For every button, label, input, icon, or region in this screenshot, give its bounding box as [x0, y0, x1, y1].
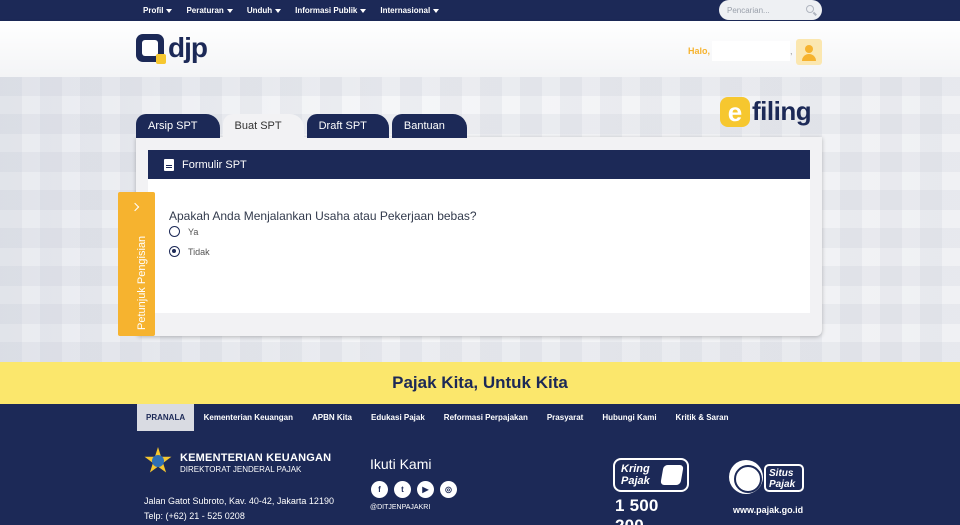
- caret-down-icon: [166, 8, 173, 13]
- menu-label: Unduh: [246, 6, 273, 15]
- kring-word-2: Pajak: [621, 475, 650, 487]
- phone-icon: [660, 465, 684, 485]
- document-icon: [164, 158, 174, 171]
- form-body: Apakah Anda Menjalankan Usaha atau Peker…: [148, 179, 810, 313]
- footer-link-kementerian-keuangan[interactable]: Kementerian Keuangan: [194, 404, 302, 431]
- caret-down-icon: [360, 8, 367, 13]
- globe-icon: [729, 460, 763, 494]
- phone-text: Telp: (+62) 21 - 525 0208: [144, 511, 245, 521]
- contact-info: Jalan Gatot Subroto, Kav. 40-42, Jakarta…: [144, 494, 334, 524]
- menu-informasi-publik[interactable]: Informasi Publik: [295, 6, 367, 15]
- search-box: [719, 0, 822, 20]
- djp-logo-mark-icon: [136, 34, 166, 64]
- org-title: KEMENTERIAN KEUANGAN: [180, 452, 332, 464]
- footer-link-reformasi-perpajakan[interactable]: Reformasi Perpajakan: [434, 404, 537, 431]
- situs-badge: Situs Pajak: [764, 464, 804, 492]
- emblem-center: [152, 455, 164, 467]
- question-text: Apakah Anda Menjalankan Usaha atau Peker…: [169, 209, 477, 223]
- situs-pajak-logo[interactable]: Situs Pajak www.pajak.go.id: [729, 460, 805, 516]
- tab-bantuan[interactable]: Bantuan: [391, 114, 467, 138]
- radio-tidak[interactable]: [169, 246, 180, 257]
- menu-label: Profil: [143, 6, 164, 15]
- caret-down-icon: [433, 8, 440, 13]
- guide-label: Petunjuk Pengisian: [136, 235, 148, 330]
- site-footer: PRANALA Kementerian Keuangan APBN Kita E…: [0, 404, 960, 525]
- option-tidak[interactable]: Tidak: [169, 246, 210, 257]
- search-input[interactable]: [727, 5, 803, 15]
- tab-arsip-spt[interactable]: Arsip SPT: [136, 114, 220, 138]
- form-title: Formulir SPT: [182, 158, 247, 171]
- option-label: Tidak: [188, 246, 210, 257]
- menu-profil[interactable]: Profil: [143, 6, 173, 15]
- situs-word-1: Situs: [769, 468, 794, 479]
- kring-word: Kring Pajak: [621, 463, 650, 487]
- social-links: f t ▶ ◎: [371, 481, 457, 498]
- kring-pajak-logo[interactable]: Kring Pajak 1 500 200: [613, 458, 689, 525]
- kemenkeu-text: KEMENTERIAN KEUANGAN DIREKTORAT JENDERAL…: [180, 452, 331, 474]
- chevron-right-icon: [130, 202, 140, 212]
- menu-peraturan[interactable]: Peraturan: [186, 6, 233, 15]
- user-icon-head: [805, 45, 813, 53]
- greeting-text: Halo,: [688, 46, 711, 56]
- menu-label: Informasi Publik: [295, 6, 358, 15]
- site-header: djp Halo, ,: [0, 21, 960, 77]
- efiling-text: filing: [752, 96, 812, 126]
- follow-title: Ikuti Kami: [370, 456, 432, 472]
- logo-text: djp: [168, 32, 208, 63]
- situs-url: www.pajak.go.id: [733, 505, 804, 515]
- spt-tabs: Arsip SPT Buat SPT Draft SPT Bantuan: [136, 114, 467, 138]
- address-text: Jalan Gatot Subroto, Kav. 40-42, Jakarta…: [144, 496, 334, 506]
- kring-number: 1 500 200: [615, 496, 659, 525]
- situs-word-2: Pajak: [769, 479, 796, 490]
- djp-logo[interactable]: djp: [136, 32, 208, 64]
- menu-unduh[interactable]: Unduh: [246, 6, 282, 15]
- menu-label: Peraturan: [186, 6, 224, 15]
- slogan-text: Pajak Kita, Untuk Kita: [392, 373, 568, 392]
- option-label: Ya: [188, 226, 199, 237]
- tab-buat-spt[interactable]: Buat SPT: [222, 114, 304, 138]
- form-header: Formulir SPT: [148, 150, 810, 179]
- search-icon[interactable]: [806, 5, 814, 13]
- footer-link-prasyarat[interactable]: Prasyarat: [537, 404, 592, 431]
- user-avatar-button[interactable]: [796, 39, 822, 65]
- option-ya[interactable]: Ya: [169, 226, 198, 237]
- top-menu: Profil Peraturan Unduh Informasi Publik …: [143, 0, 440, 21]
- footer-link-pranala[interactable]: PRANALA: [137, 404, 195, 431]
- social-handle: @DITJENPAJAKRI: [370, 504, 431, 511]
- youtube-icon[interactable]: ▶: [417, 481, 434, 498]
- instagram-icon[interactable]: ◎: [440, 481, 457, 498]
- caret-down-icon: [275, 8, 282, 13]
- twitter-icon[interactable]: t: [394, 481, 411, 498]
- kemenkeu-emblem-icon: [140, 445, 176, 481]
- radio-ya[interactable]: [169, 226, 180, 237]
- greeting-separator: ,: [790, 46, 793, 56]
- user-icon-body: [802, 54, 816, 61]
- footer-link-edukasi-pajak[interactable]: Edukasi Pajak: [361, 404, 434, 431]
- footer-nav: PRANALA Kementerian Keuangan APBN Kita E…: [137, 404, 738, 431]
- footer-link-apbn-kita[interactable]: APBN Kita: [302, 404, 361, 431]
- username-display: [712, 41, 790, 61]
- efiling-e-icon: e: [720, 96, 750, 127]
- kring-word-1: Kring: [621, 463, 650, 475]
- menu-label: Internasional: [380, 6, 431, 15]
- top-nav-bar: Profil Peraturan Unduh Informasi Publik …: [0, 0, 960, 21]
- guide-toggle-button[interactable]: Petunjuk Pengisian: [118, 192, 155, 336]
- menu-internasional[interactable]: Internasional: [380, 6, 440, 15]
- facebook-icon[interactable]: f: [371, 481, 388, 498]
- footer-link-kritik-saran[interactable]: Kritik & Saran: [666, 404, 738, 431]
- org-subtitle: DIREKTORAT JENDERAL PAJAK: [180, 465, 302, 474]
- kemenkeu-logo[interactable]: KEMENTERIAN KEUANGAN DIREKTORAT JENDERAL…: [140, 445, 331, 481]
- kring-badge: Kring Pajak: [613, 458, 689, 492]
- tab-draft-spt[interactable]: Draft SPT: [306, 114, 389, 138]
- efiling-logo: e filing: [720, 96, 812, 127]
- caret-down-icon: [226, 8, 233, 13]
- slogan-bar: Pajak Kita, Untuk Kita: [0, 362, 960, 404]
- footer-link-hubungi-kami[interactable]: Hubungi Kami: [593, 404, 666, 431]
